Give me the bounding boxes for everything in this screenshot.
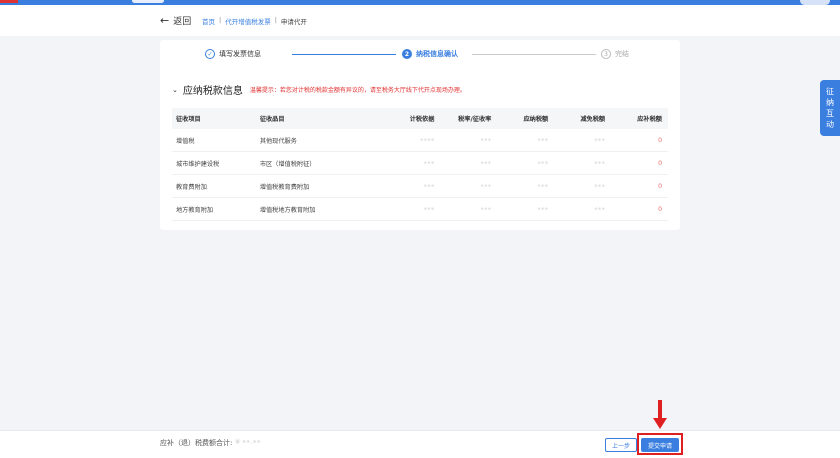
interaction-float-tab[interactable]: 征 纳 互 动 <box>820 80 840 136</box>
cell-due: ••• <box>537 205 549 213</box>
chevron-down-icon[interactable]: ⌄ <box>172 86 178 94</box>
submit-highlight-box <box>637 433 683 455</box>
cell-rate: ••• <box>480 205 492 213</box>
brand-mark <box>0 0 18 3</box>
step-connector <box>292 54 396 55</box>
float-tab-char: 互 <box>826 109 834 118</box>
table-row: 增值税 其他现代服务 •••• ••• ••• ••• 0 <box>172 129 668 152</box>
cell-due: ••• <box>537 136 549 144</box>
col-header: 计税依据 <box>409 116 435 123</box>
top-nav-pill[interactable] <box>132 0 164 3</box>
page-header: ← 返回 首页 | 代开增值税发票 | 申请代开 <box>0 5 840 36</box>
step-label: 纳税信息确认 <box>416 50 458 58</box>
cell-pay: 0 <box>658 182 662 190</box>
cell-due: ••• <box>537 182 549 190</box>
arrow-left-icon: ← <box>160 13 170 27</box>
cell-base: ••• <box>423 205 435 213</box>
cell-base: •••• <box>419 136 435 144</box>
table-header: 征收项目 征收品目 计税依据 税率/征收率 应纳税额 减免税额 应补税额 <box>172 108 668 129</box>
section-title: 应纳税款信息 <box>182 86 243 97</box>
cell-category: 市区（增值税附征） <box>259 160 316 168</box>
breadcrumb: 首页 | 代开增值税发票 | 申请代开 <box>202 16 307 26</box>
col-header: 应纳税额 <box>523 116 549 123</box>
total-value: ¥ ••.•• <box>235 438 261 446</box>
cell-reduce: ••• <box>594 159 606 167</box>
col-header: 应补税额 <box>637 116 662 123</box>
cell-rate: ••• <box>480 159 492 167</box>
col-header: 税率/征收率 <box>458 116 492 123</box>
step-label: 完结 <box>615 50 629 58</box>
warning-hint: 温馨提示：若您对计税的税款金额有异议的，请至税务大厅线下代开点现场办理。 <box>249 87 466 94</box>
cell-category: 增值税教育费附加 <box>259 183 310 191</box>
float-tab-char: 动 <box>826 120 834 129</box>
step-number: 3 <box>601 49 611 59</box>
step-label: 填写发票信息 <box>219 50 261 58</box>
cell-rate: ••• <box>480 136 492 144</box>
float-tab-char: 征 <box>826 87 834 96</box>
footer-bar: 应补（退）税费额合计: ¥ ••.•• 上一步 提交申请 <box>0 430 840 458</box>
breadcrumb-separator: | <box>274 16 277 24</box>
step-connector <box>472 54 596 55</box>
col-header: 减免税额 <box>580 116 606 123</box>
cell-item: 城市维护建设税 <box>176 160 220 168</box>
total-label: 应补（退）税费额合计: <box>160 439 233 447</box>
step-fill-invoice: ✓ 填写发票信息 <box>205 49 261 59</box>
back-label: 返回 <box>173 17 192 27</box>
step-finish: 3 完结 <box>601 49 629 59</box>
cell-due: ••• <box>537 159 549 167</box>
table-row: 城市维护建设税 市区（增值税附征） ••• ••• ••• ••• 0 <box>172 152 668 175</box>
section-header[interactable]: ⌄ 应纳税款信息 温馨提示：若您对计税的税款金额有异议的，请至税务大厅线下代开点… <box>172 82 466 98</box>
step-confirm-tax: 2 纳税信息确认 <box>402 49 458 59</box>
cell-pay: 0 <box>658 136 662 144</box>
cell-item: 增值税 <box>176 137 195 145</box>
cell-pay: 0 <box>658 205 662 213</box>
progress-steps: ✓ 填写发票信息 2 纳税信息确认 3 完结 <box>160 40 680 70</box>
cell-category: 增值税地方教育附加 <box>259 206 316 214</box>
col-header: 征收项目 <box>176 116 201 123</box>
step-number: 2 <box>402 49 412 59</box>
content-card: ✓ 填写发票信息 2 纳税信息确认 3 完结 ⌄ 应纳税款信息 温馨提示：若您对… <box>160 40 680 230</box>
tax-table: 征收项目 征收品目 计税依据 税率/征收率 应纳税额 减免税额 应补税额 增值税… <box>172 108 668 221</box>
cell-item: 教育费附加 <box>176 183 207 191</box>
breadcrumb-separator: | <box>219 16 222 24</box>
cell-reduce: ••• <box>594 205 606 213</box>
prev-step-button[interactable]: 上一步 <box>605 438 637 452</box>
float-tab-char: 纳 <box>826 98 834 107</box>
cell-reduce: ••• <box>594 136 606 144</box>
breadcrumb-home[interactable]: 首页 <box>202 16 215 26</box>
back-button[interactable]: ← 返回 <box>160 13 192 28</box>
table-row: 地方教育附加 增值税地方教育附加 ••• ••• ••• ••• 0 <box>172 198 668 221</box>
table-row: 教育费附加 增值税教育费附加 ••• ••• ••• ••• 0 <box>172 175 668 198</box>
breadcrumb-invoice[interactable]: 代开增值税发票 <box>225 16 271 26</box>
cell-base: ••• <box>423 182 435 190</box>
cell-rate: ••• <box>480 182 492 190</box>
check-icon: ✓ <box>205 49 215 59</box>
breadcrumb-current: 申请代开 <box>280 18 307 26</box>
cell-item: 地方教育附加 <box>176 206 214 214</box>
cell-category: 其他现代服务 <box>259 137 297 145</box>
arrow-down-icon <box>653 400 667 429</box>
total-amount: 应补（退）税费额合计: ¥ ••.•• <box>160 438 261 448</box>
cell-pay: 0 <box>658 159 662 167</box>
cell-reduce: ••• <box>594 182 606 190</box>
col-header: 征收品目 <box>259 116 285 123</box>
cell-base: ••• <box>423 159 435 167</box>
